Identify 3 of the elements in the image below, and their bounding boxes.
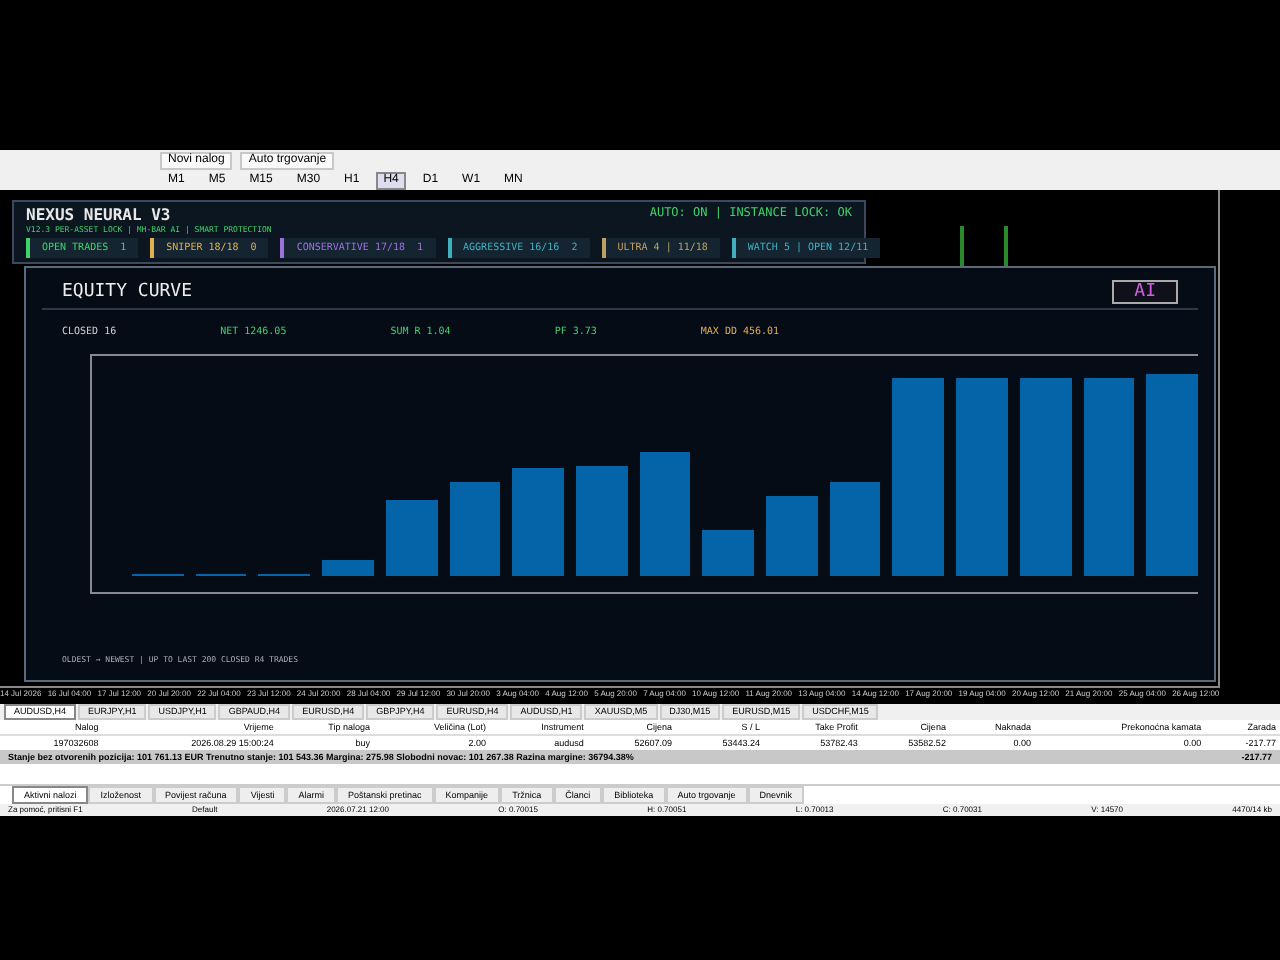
ai-button[interactable]: AI [1112,280,1178,304]
equity-title: EQUITY CURVE [62,282,193,302]
dashboard-title: NEXUS NEURAL V3 [26,206,173,224]
